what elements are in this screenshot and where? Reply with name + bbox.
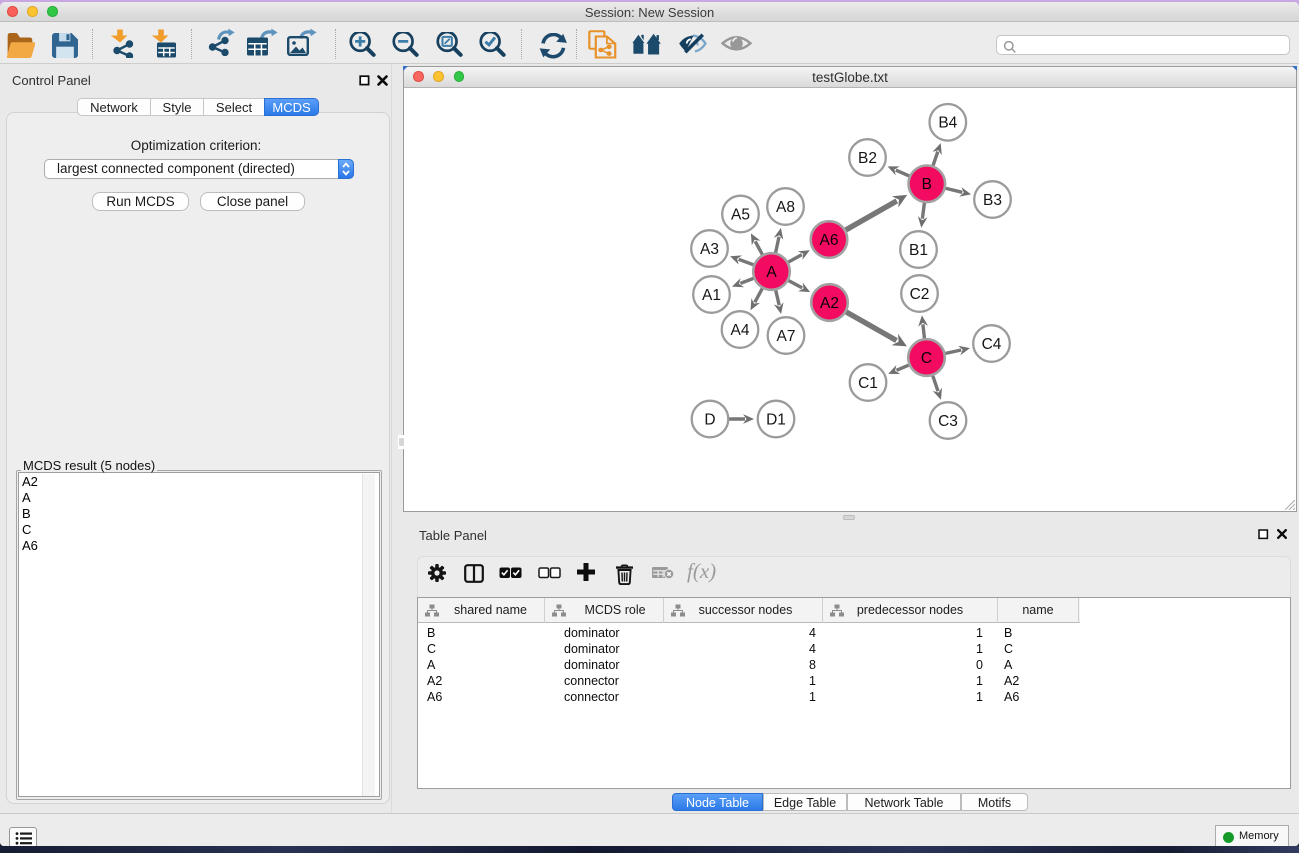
svg-text:A7: A7	[777, 328, 796, 345]
svg-text:A1: A1	[702, 287, 721, 304]
svg-text:D1: D1	[766, 411, 786, 428]
svg-text:B1: B1	[909, 242, 928, 259]
svg-text:B4: B4	[938, 115, 957, 132]
svg-text:A3: A3	[700, 241, 719, 258]
svg-text:A2: A2	[820, 295, 839, 312]
svg-text:A8: A8	[776, 199, 795, 216]
svg-text:B3: B3	[983, 192, 1002, 209]
svg-text:C4: C4	[982, 336, 1002, 353]
svg-text:A5: A5	[731, 206, 750, 223]
svg-text:C1: C1	[858, 375, 878, 392]
svg-text:C: C	[921, 350, 932, 367]
svg-text:A: A	[766, 264, 777, 281]
svg-text:C3: C3	[938, 413, 958, 430]
svg-text:B: B	[922, 176, 932, 193]
svg-text:A4: A4	[731, 322, 750, 339]
svg-text:D: D	[704, 411, 715, 428]
svg-text:A6: A6	[820, 232, 839, 249]
svg-text:B2: B2	[858, 150, 877, 167]
svg-text:C2: C2	[910, 286, 930, 303]
